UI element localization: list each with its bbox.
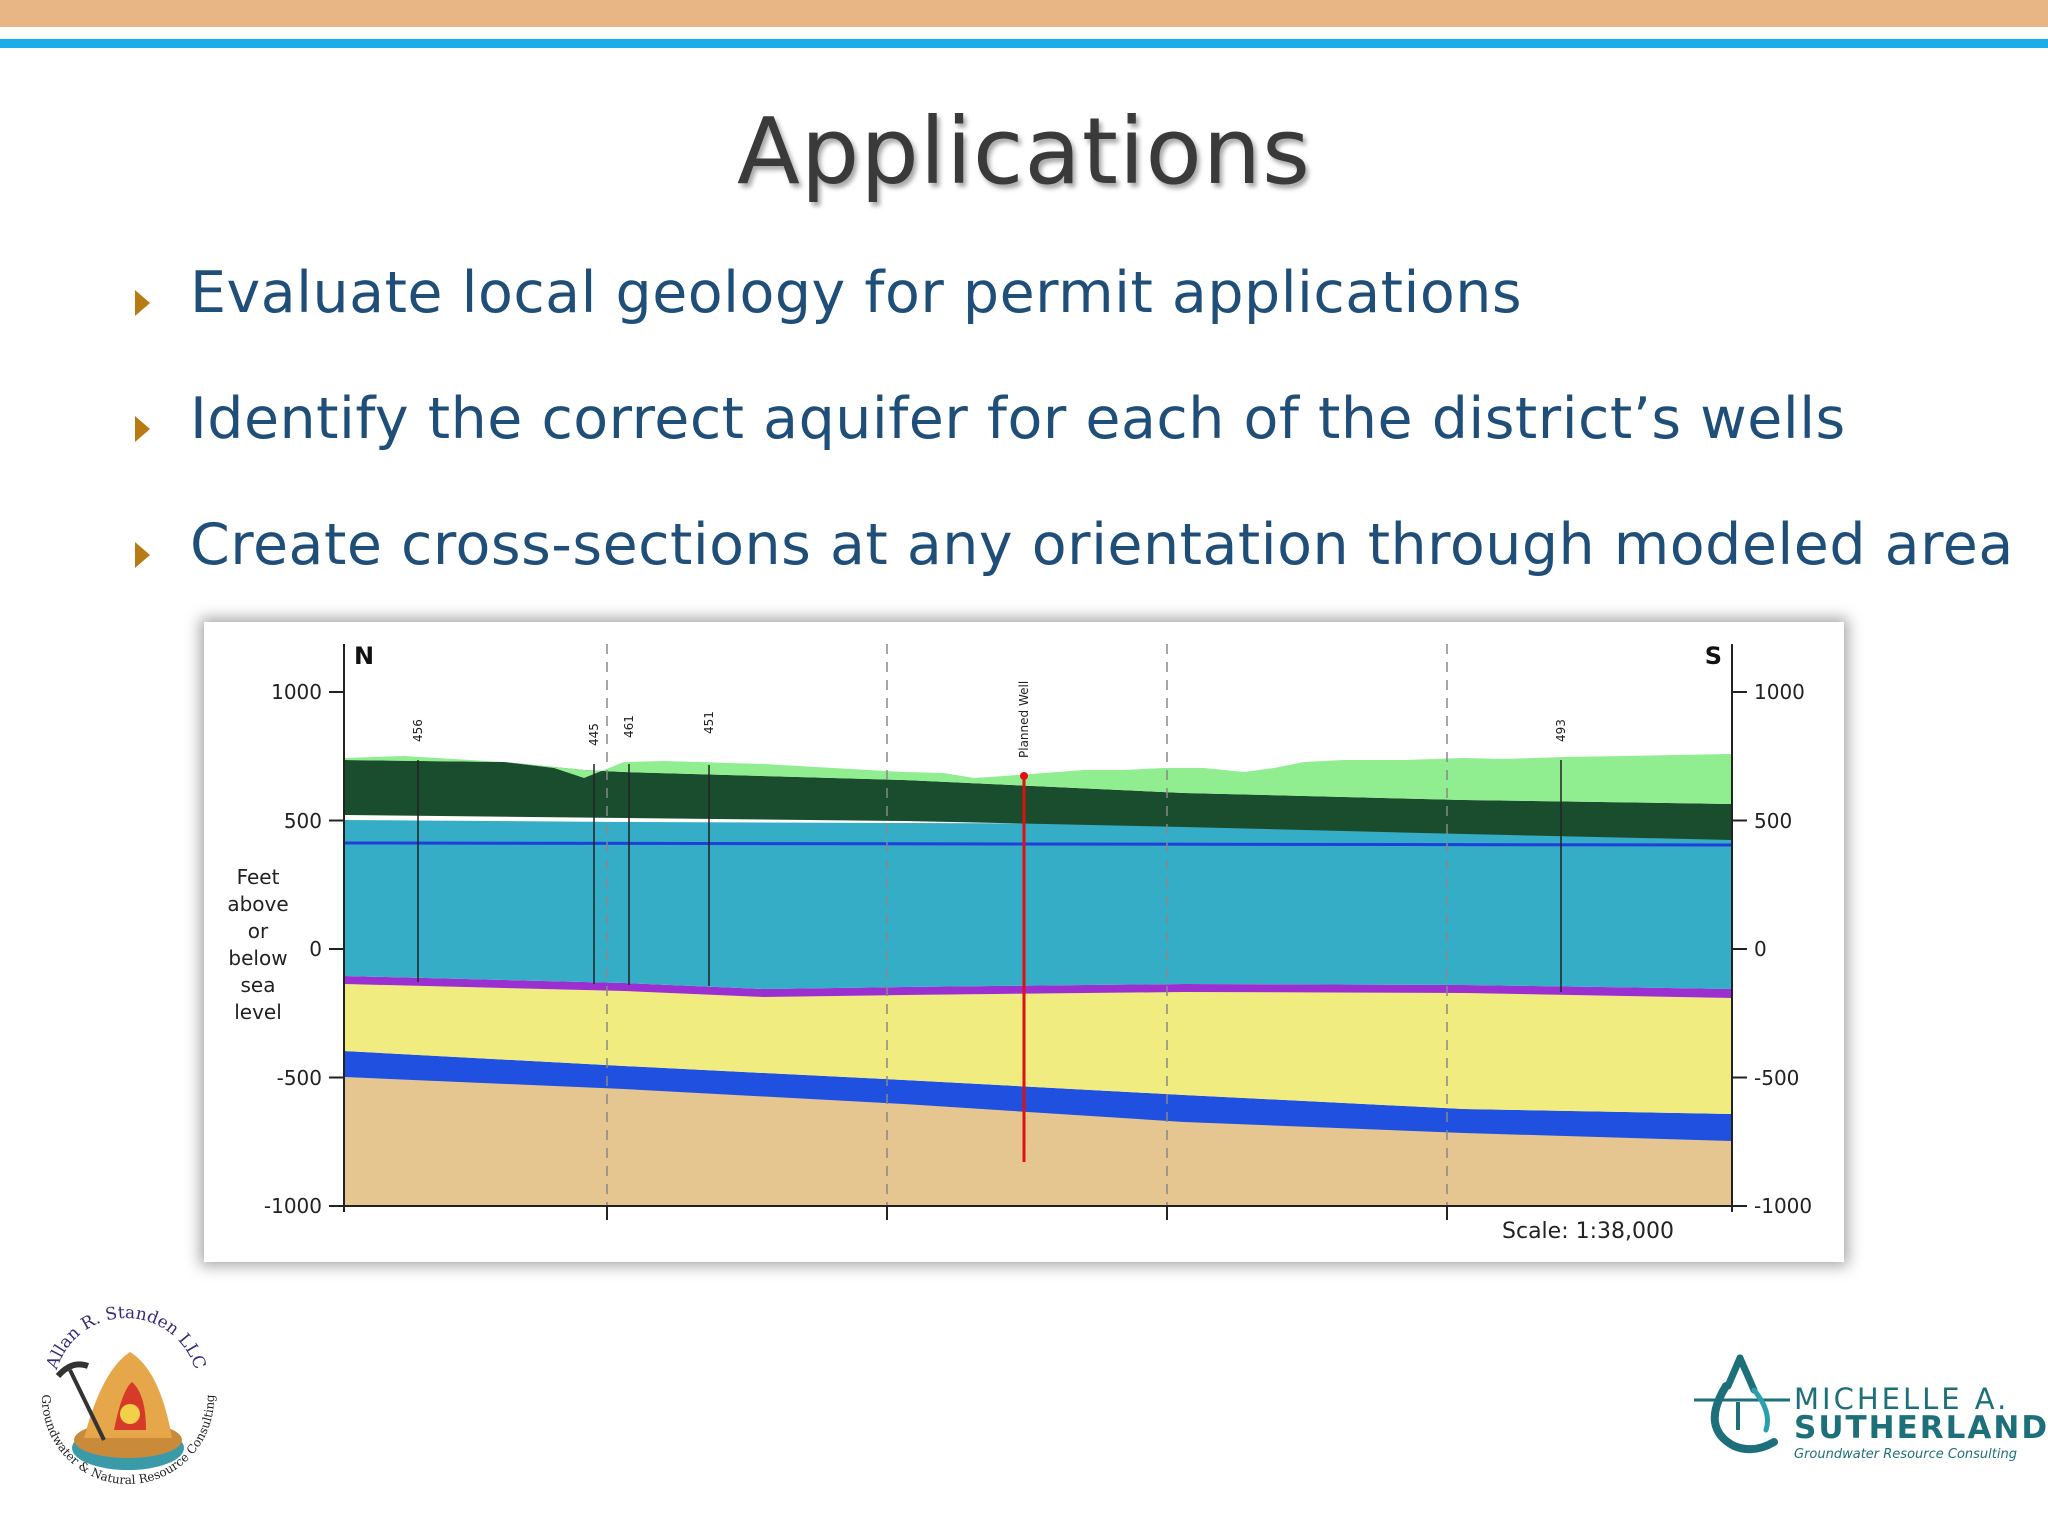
bullet-text: Evaluate local geology for permit applic… <box>190 260 1523 326</box>
direction-south-label: S <box>1705 642 1722 670</box>
well-label: 456 <box>411 719 425 742</box>
bullet-list: Evaluate local geology for permit applic… <box>132 260 2014 638</box>
y-axis-label-line: level <box>234 1000 282 1024</box>
bullet-item: Evaluate local geology for permit applic… <box>132 260 2012 386</box>
slide-title: Applications <box>737 98 1311 205</box>
allan-standen-logo: Allan R. Standen LLC Groundwater & Natur… <box>22 1290 232 1520</box>
direction-north-label: N <box>354 642 374 670</box>
y-tick-label-right: 500 <box>1754 809 1792 833</box>
right-logo-tagline: Groundwater Resource Consulting <box>1794 1447 2017 1462</box>
well-label: 445 <box>587 723 601 746</box>
bullet-item: Create cross-sections at any orientation… <box>132 512 2014 638</box>
well-label: 461 <box>622 715 636 738</box>
y-tick-label-right: -1000 <box>1754 1194 1812 1218</box>
top-blue-rule <box>0 39 2048 48</box>
water-drop-icon <box>1694 1354 1790 1454</box>
y-tick-label-left: 500 <box>284 809 322 833</box>
y-tick-label-right: 0 <box>1754 937 1767 961</box>
michelle-sutherland-logo: MICHELLE A. SUTHERLAND Groundwater Resou… <box>1690 1350 2047 1462</box>
well-label: 493 <box>1554 719 1568 742</box>
y-axis-label-line: below <box>228 946 287 970</box>
y-axis-label-line: Feet <box>237 865 280 889</box>
planned-well-marker <box>1020 772 1028 780</box>
right-logo-name-line2: SUTHERLAND <box>1794 1410 2048 1446</box>
well-label: 451 <box>702 711 716 734</box>
bullet-arrow-icon <box>135 542 150 568</box>
bullet-arrow-icon <box>135 290 150 316</box>
bullet-text: Identify the correct aquifer for each of… <box>190 386 1846 452</box>
y-axis-label-line: or <box>248 919 269 943</box>
y-tick-label-left: -1000 <box>264 1194 322 1218</box>
y-axis-label-line: sea <box>241 973 276 997</box>
well-label: Planned Well <box>1017 681 1031 758</box>
y-tick-label-left: 0 <box>309 937 322 961</box>
cross-section-diagram: 456 445 461 451 Planned Well 493 1000 50… <box>227 642 1812 1244</box>
y-tick-label-right: -500 <box>1754 1066 1799 1090</box>
y-axis-label-line: above <box>227 892 288 916</box>
allan-standen-logo-image: Allan R. Standen LLC Groundwater & Natur… <box>39 1303 217 1487</box>
y-tick-label-left: 1000 <box>271 680 322 704</box>
top-orange-band <box>0 0 2048 27</box>
y-tick-label-right: 1000 <box>1754 680 1805 704</box>
bullet-text: Create cross-sections at any orientation… <box>190 512 2014 578</box>
y-tick-label-left: -500 <box>277 1066 322 1090</box>
water-table-line <box>343 841 1733 847</box>
bullet-item: Identify the correct aquifer for each of… <box>132 386 2012 512</box>
scale-label: Scale: 1:38,000 <box>1502 1219 1674 1244</box>
cross-section-figure: 456 445 461 451 Planned Well 493 1000 50… <box>204 622 1844 1262</box>
y-axis-label: Feet above or below sea level <box>227 865 288 1024</box>
bullet-arrow-icon <box>135 416 150 442</box>
